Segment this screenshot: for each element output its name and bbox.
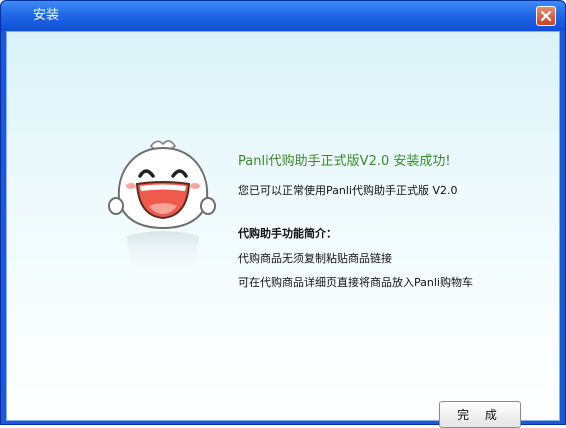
title-bar[interactable]: 安装 bbox=[1, 1, 565, 31]
success-message: Panli代购助手正式版V2.0 安装成功! bbox=[238, 154, 451, 169]
feature-item: 可在代购商品详细页直接将商品放入Panli购物车 bbox=[238, 276, 473, 289]
feature-item: 代购商品无须复制粘贴商品链接 bbox=[238, 252, 392, 265]
laughing-bun-mascot-icon bbox=[108, 140, 216, 275]
installer-window: 安装 Panli代购助手正式版V2.0 安装成功! 您已可以正常使用Panli代… bbox=[0, 0, 566, 428]
finish-button[interactable]: 完 成 bbox=[439, 401, 521, 428]
usage-message: 您已可以正常使用Panli代购助手正式版 V2.0 bbox=[238, 184, 458, 197]
dialog-content: Panli代购助手正式版V2.0 安装成功! 您已可以正常使用Panli代购助手… bbox=[6, 31, 560, 428]
window-title: 安装 bbox=[33, 8, 60, 23]
close-icon bbox=[540, 10, 552, 22]
close-button[interactable] bbox=[536, 6, 556, 26]
features-title: 代购助手功能简介： bbox=[238, 227, 337, 240]
